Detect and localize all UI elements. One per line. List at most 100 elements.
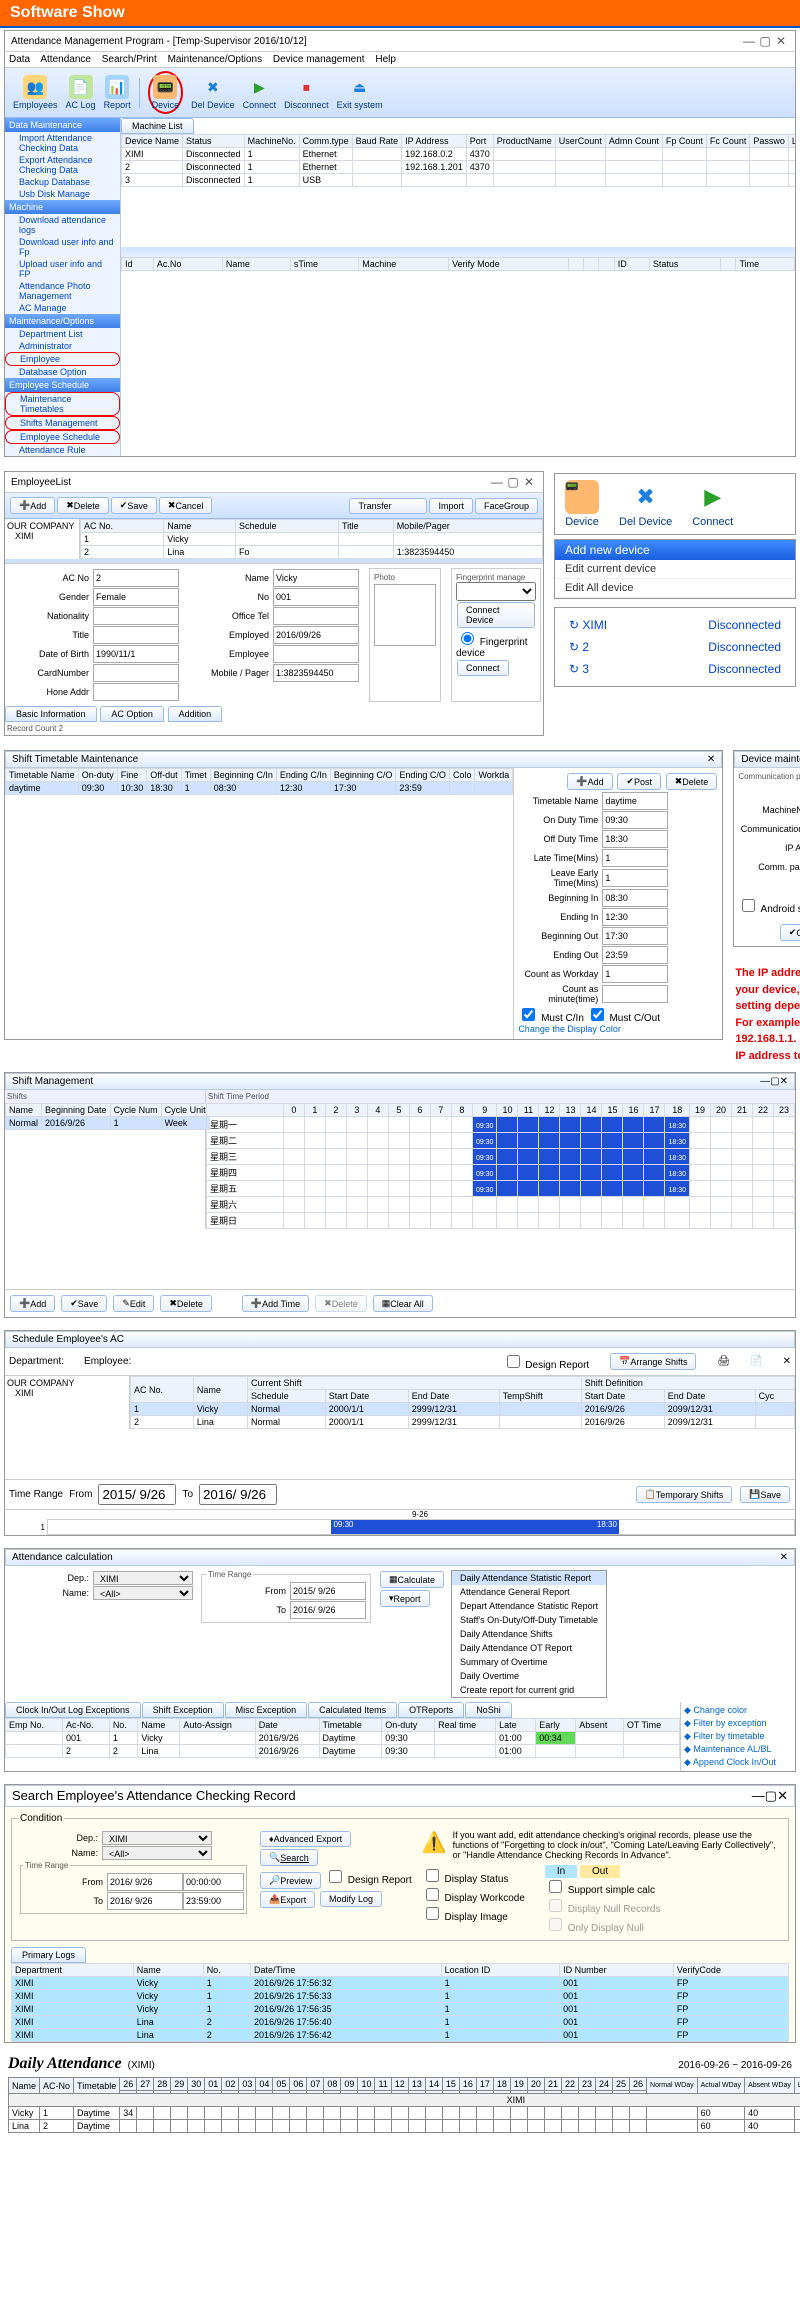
side-deptlist[interactable]: Department List [5, 328, 120, 340]
s-dr[interactable]: Design Report [325, 1875, 412, 1886]
side-employee[interactable]: Employee [5, 352, 120, 366]
emp-tree[interactable]: OUR COMPANY XIMI [5, 519, 80, 559]
calc-tabs[interactable]: Clock In/Out Log ExceptionsShift Excepti… [5, 1702, 680, 1718]
menu-add-device[interactable]: Add new device [555, 540, 795, 560]
side-datamaint-hdr[interactable]: Data Maintenance [5, 118, 120, 132]
side-attrule[interactable]: Attendance Rule [5, 444, 120, 456]
emp-transfer[interactable]: Transfer [349, 498, 427, 514]
ez-deldevice[interactable]: ✖Del Device [609, 474, 682, 534]
s-dep[interactable]: XIMI [102, 1831, 212, 1845]
s-from-d[interactable] [107, 1873, 183, 1891]
min-icon[interactable]: — [741, 34, 757, 48]
side-export[interactable]: Export Attendance Checking Data [5, 154, 120, 176]
menu-device[interactable]: Device management [273, 54, 365, 65]
side-dl-user[interactable]: Download user info and Fp [5, 236, 120, 258]
side-shiftmgmt[interactable]: Shifts Management [5, 416, 120, 430]
print-icon[interactable]: 🖨 [717, 1356, 730, 1367]
tb-connect[interactable]: ▶Connect [243, 75, 277, 110]
sa-grid[interactable]: AC No.NameCurrent ShiftShift DefinitionS… [130, 1376, 795, 1429]
fp-select[interactable] [456, 582, 536, 601]
export-icon[interactable]: 📄 [750, 1356, 762, 1367]
menu-help[interactable]: Help [375, 54, 396, 65]
emp-save[interactable]: ✔ Save [111, 497, 157, 514]
calc-side[interactable]: ◆ Change color◆ Filter by exception◆ Fil… [680, 1702, 795, 1771]
calc-grid[interactable]: Emp No.Ac-No.No.NameAuto-AssignDateTimet… [5, 1718, 680, 1758]
s-export[interactable]: 📤 Export [260, 1891, 315, 1908]
report-menu[interactable]: Daily Attendance Statistic ReportAttenda… [451, 1570, 607, 1698]
s-advexport[interactable]: ♦ Advanced Export [260, 1831, 351, 1847]
tb-device[interactable]: 📟Device [148, 71, 184, 114]
sm-edit[interactable]: ✎ Edit [113, 1295, 154, 1312]
max-icon[interactable]: ▢ [770, 1076, 779, 1087]
sa-to[interactable] [199, 1484, 277, 1505]
emp-facegroup[interactable]: FaceGroup [475, 498, 538, 514]
menu-edit-current[interactable]: Edit current device [555, 560, 795, 579]
side-maint-hdr[interactable]: Maintenance/Options [5, 314, 120, 328]
s-dw[interactable]: Display Workcode [422, 1893, 525, 1904]
side-timetable[interactable]: Maintenance Timetables [5, 392, 120, 416]
side-ul-user[interactable]: Upload user info and FP [5, 258, 120, 280]
calc-from[interactable] [290, 1582, 366, 1600]
tab-add[interactable]: Addition [168, 706, 223, 722]
close-icon[interactable]: ✕ [777, 1788, 788, 1803]
emp-add[interactable]: ➕ Add [10, 497, 55, 514]
menu-maint[interactable]: Maintenance/Options [168, 54, 263, 65]
menu-data[interactable]: Data [9, 54, 30, 65]
tt-post[interactable]: ✔ Post [617, 773, 661, 790]
tb-employees[interactable]: 👥Employees [13, 75, 58, 110]
sm-del[interactable]: ✖ Delete [160, 1295, 212, 1312]
calc-report[interactable]: ▾ Report [380, 1590, 430, 1607]
sa-save[interactable]: 💾 Save [740, 1486, 790, 1503]
sm-add[interactable]: ➕ Add [10, 1295, 55, 1312]
tt-del[interactable]: ✖ Delete [666, 773, 718, 790]
max-icon[interactable]: ▢ [765, 1788, 777, 1803]
close-icon[interactable]: ✕ [773, 34, 789, 48]
sm-addtime[interactable]: ➕ Add Time [242, 1295, 309, 1312]
tb-report[interactable]: 📊Report [104, 75, 131, 110]
menu-attendance[interactable]: Attendance [40, 54, 91, 65]
max-icon[interactable]: ▢ [505, 475, 521, 489]
android-chk[interactable]: Android system [738, 904, 800, 915]
calc-name[interactable]: <All> [93, 1586, 193, 1600]
close-icon[interactable]: ✕ [707, 754, 715, 765]
emp-table[interactable]: AC No.NameScheduleTitleMobile/Pager1Vick… [80, 519, 543, 559]
side-empsched[interactable]: Employee Schedule [5, 430, 120, 444]
tb-deldevice[interactable]: ✖Del Device [191, 75, 235, 110]
change-color-link[interactable]: Change the Display Color [518, 1024, 621, 1034]
timetable-grid[interactable]: Timetable NameOn-dutyFineOff-dutTimetBeg… [5, 768, 513, 795]
side-machine-hdr[interactable]: Machine [5, 200, 120, 214]
s-primarylogs-tab[interactable]: Primary Logs [11, 1947, 86, 1963]
tb-aclog[interactable]: 📄AC Log [66, 75, 96, 110]
s-preview[interactable]: 🔎 Preview [260, 1872, 321, 1889]
mustcin-chk[interactable]: Must C/In [518, 1013, 584, 1024]
menu-edit-all[interactable]: Edit All device [555, 579, 795, 598]
tt-add[interactable]: ➕ Add [567, 773, 612, 790]
tab-acopt[interactable]: AC Option [100, 706, 164, 722]
fpdev-radio[interactable]: Fingerprint device [456, 637, 528, 659]
ez-device[interactable]: 📟Device [555, 474, 609, 534]
sm-grid[interactable]: NameBeginning DateCycle NumCycle UnitNor… [5, 1103, 210, 1130]
close-icon[interactable]: ✕ [780, 1076, 788, 1087]
s-ssc[interactable]: Support simple calc [545, 1885, 655, 1896]
s-from-t[interactable] [183, 1873, 244, 1891]
min-icon[interactable]: — [489, 475, 505, 489]
close-icon[interactable]: ✕ [521, 475, 537, 489]
close-icon[interactable]: ✕ [783, 1356, 791, 1367]
sa-arrange[interactable]: 📅 Arrange Shifts [610, 1353, 696, 1370]
photo-box[interactable] [374, 584, 436, 646]
sa-tempshifts[interactable]: 📋 Temporary Shifts [636, 1486, 733, 1503]
menubar[interactable]: Data Attendance Search/Print Maintenance… [5, 52, 795, 68]
max-icon[interactable]: ▢ [757, 34, 773, 48]
side-sched-hdr[interactable]: Employee Schedule [5, 378, 120, 392]
s-search[interactable]: 🔍 Search [260, 1849, 318, 1866]
s-di[interactable]: Display Image [422, 1912, 508, 1923]
menu-search[interactable]: Search/Print [102, 54, 157, 65]
side-photo[interactable]: Attendance Photo Management [5, 280, 120, 302]
side-dl-logs[interactable]: Download attendance logs [5, 214, 120, 236]
sa-tree[interactable]: OUR COMPANYXIMI [5, 1376, 130, 1429]
s-name[interactable]: <All> [102, 1846, 212, 1860]
tb-disconnect[interactable]: ⏹Disconnect [284, 75, 329, 110]
close-icon[interactable]: ✕ [780, 1552, 788, 1563]
sm-clearall[interactable]: ▦ Clear All [373, 1295, 433, 1312]
tab-basic[interactable]: Basic Information [5, 706, 97, 722]
